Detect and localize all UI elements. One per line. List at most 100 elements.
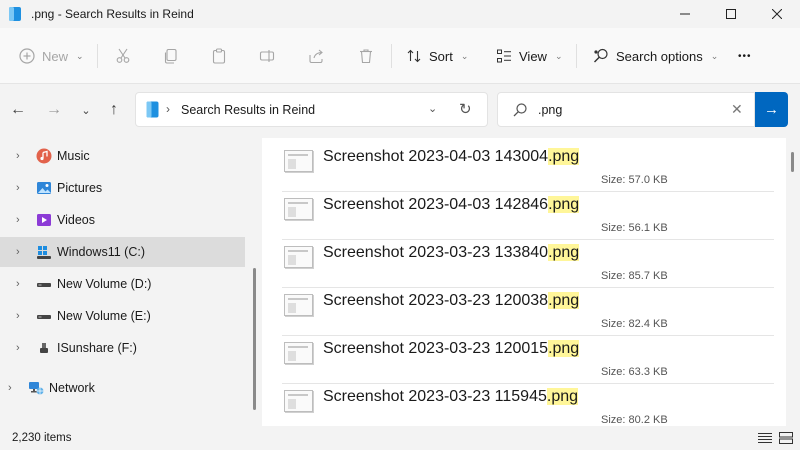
folder-icon	[8, 6, 22, 22]
back-button[interactable]: ←	[6, 98, 30, 122]
chevron-right-icon[interactable]: ›	[16, 150, 20, 162]
file-size-value: 82.4 KB	[628, 318, 668, 330]
chevron-down-icon: ⌄	[554, 50, 563, 61]
search-options-icon	[592, 47, 610, 65]
recent-locations-button[interactable]: ⌄	[74, 98, 98, 122]
navigation-scrollbar[interactable]	[253, 268, 256, 410]
close-button[interactable]	[754, 0, 800, 28]
minimize-button[interactable]	[662, 0, 708, 28]
status-bar: 2,230 items	[0, 426, 800, 450]
nav-item-network[interactable]: › Network	[0, 373, 245, 403]
file-name: Screenshot 2023-04-03 143004.png	[323, 148, 580, 166]
address-dropdown-icon[interactable]: ⌄	[428, 102, 437, 115]
share-icon	[307, 47, 325, 65]
refresh-icon[interactable]: ↻	[459, 100, 472, 118]
window-title: .png - Search Results in Reind	[31, 7, 194, 21]
result-item[interactable]: Screenshot 2023-03-23 120015.png Size: 6…	[282, 336, 774, 384]
result-item[interactable]: Screenshot 2023-04-03 142846.png Size: 5…	[282, 192, 774, 240]
chevron-right-icon[interactable]: ›	[16, 310, 20, 322]
more-icon: •••	[738, 50, 752, 62]
nav-item-videos[interactable]: › Videos	[0, 205, 245, 235]
command-bar: New ⌄ Sort ⌄ View ⌄ Search options ⌄ •••	[0, 28, 800, 84]
file-name-stem: Screenshot 2023-03-23 120038	[323, 292, 549, 309]
chevron-right-icon[interactable]: ›	[16, 182, 20, 194]
image-file-icon	[284, 198, 313, 220]
image-file-icon	[284, 246, 313, 268]
chevron-right-icon: ›	[166, 102, 170, 116]
sort-button[interactable]: Sort ⌄	[405, 43, 468, 69]
result-item[interactable]: Screenshot 2023-03-23 120038.png Size: 8…	[282, 288, 774, 336]
result-item[interactable]: Screenshot 2023-04-03 143004.png Size: 5…	[282, 144, 774, 192]
new-label: New	[42, 48, 69, 64]
file-size-label: Size:	[601, 414, 626, 426]
sort-label: Sort	[429, 48, 453, 64]
drive-icon	[36, 308, 52, 324]
nav-item-label: Windows11 (C:)	[57, 245, 145, 259]
search-input[interactable]	[538, 101, 723, 119]
rename-button[interactable]	[258, 43, 276, 69]
cut-button[interactable]	[114, 43, 132, 69]
file-size: Size: 56.1 KB	[601, 222, 668, 234]
clipboard-icon	[210, 47, 228, 65]
separator	[97, 44, 98, 68]
content-scrollbar[interactable]	[791, 152, 794, 172]
search-options-button[interactable]: Search options ⌄	[592, 43, 718, 69]
more-button[interactable]: •••	[738, 43, 752, 69]
search-options-label: Search options	[616, 48, 703, 64]
image-file-icon	[284, 342, 313, 364]
chevron-right-icon[interactable]: ›	[16, 214, 20, 226]
file-size-value: 57.0 KB	[628, 174, 668, 186]
file-name: Screenshot 2023-03-23 120015.png	[323, 340, 580, 358]
result-item[interactable]: Screenshot 2023-03-23 133840.png Size: 8…	[282, 240, 774, 288]
nav-item-isunshare-f[interactable]: › ISunshare (F:)	[0, 333, 245, 363]
chevron-right-icon[interactable]: ›	[16, 342, 20, 354]
result-item[interactable]: Screenshot 2023-03-23 115945.png Size: 8…	[282, 384, 774, 426]
file-size-value: 80.2 KB	[628, 414, 668, 426]
trash-icon	[357, 47, 375, 65]
file-size: Size: 82.4 KB	[601, 318, 668, 330]
tiles-view-button[interactable]	[778, 430, 794, 446]
file-name-stem: Screenshot 2023-04-03 143004	[323, 148, 549, 165]
paste-button[interactable]	[210, 43, 228, 69]
details-view-button[interactable]	[757, 430, 773, 446]
clear-search-icon[interactable]: ✕	[731, 101, 743, 118]
file-extension-highlight: .png	[548, 244, 580, 261]
file-size-label: Size:	[601, 270, 626, 282]
chevron-right-icon[interactable]: ›	[16, 278, 20, 290]
separator	[391, 44, 392, 68]
maximize-button[interactable]	[708, 0, 754, 28]
nav-item-volume-e[interactable]: › New Volume (E:)	[0, 301, 245, 331]
file-extension-highlight: .png	[548, 196, 580, 213]
file-extension-highlight: .png	[548, 148, 580, 165]
rename-icon	[258, 47, 276, 65]
new-button[interactable]: New ⌄	[18, 43, 84, 69]
nav-item-volume-d[interactable]: › New Volume (D:)	[0, 269, 245, 299]
copy-button[interactable]	[162, 43, 180, 69]
nav-item-pictures[interactable]: › Pictures	[0, 173, 245, 203]
file-size: Size: 85.7 KB	[601, 270, 668, 282]
delete-button[interactable]	[357, 43, 375, 69]
pictures-icon	[36, 180, 52, 196]
file-size-label: Size:	[601, 222, 626, 234]
file-name: Screenshot 2023-04-03 142846.png	[323, 196, 580, 214]
address-bar[interactable]: › Search Results in Reind ⌄ ↻	[135, 92, 488, 127]
chevron-right-icon[interactable]: ›	[16, 246, 20, 258]
view-button[interactable]: View ⌄	[495, 43, 563, 69]
image-file-icon	[284, 390, 313, 412]
nav-item-label: Network	[49, 381, 95, 395]
search-submit-button[interactable]: →	[755, 92, 788, 127]
nav-item-windows11-c[interactable]: › Windows11 (C:)	[0, 237, 245, 267]
search-icon	[512, 102, 528, 121]
nav-item-music[interactable]: › Music	[0, 141, 245, 171]
file-name-stem: Screenshot 2023-03-23 115945	[323, 388, 547, 405]
sort-icon	[405, 47, 423, 65]
chevron-down-icon: ⌄	[81, 104, 91, 117]
chevron-right-icon[interactable]: ›	[8, 382, 12, 394]
forward-button[interactable]: →	[42, 98, 66, 122]
share-button[interactable]	[307, 43, 325, 69]
search-results-pane: Screenshot 2023-04-03 143004.png Size: 5…	[262, 138, 786, 426]
up-button[interactable]: ↑	[102, 98, 126, 122]
search-box[interactable]: ✕	[497, 92, 755, 127]
address-path[interactable]: Search Results in Reind	[181, 103, 315, 117]
maximize-icon	[726, 9, 736, 19]
